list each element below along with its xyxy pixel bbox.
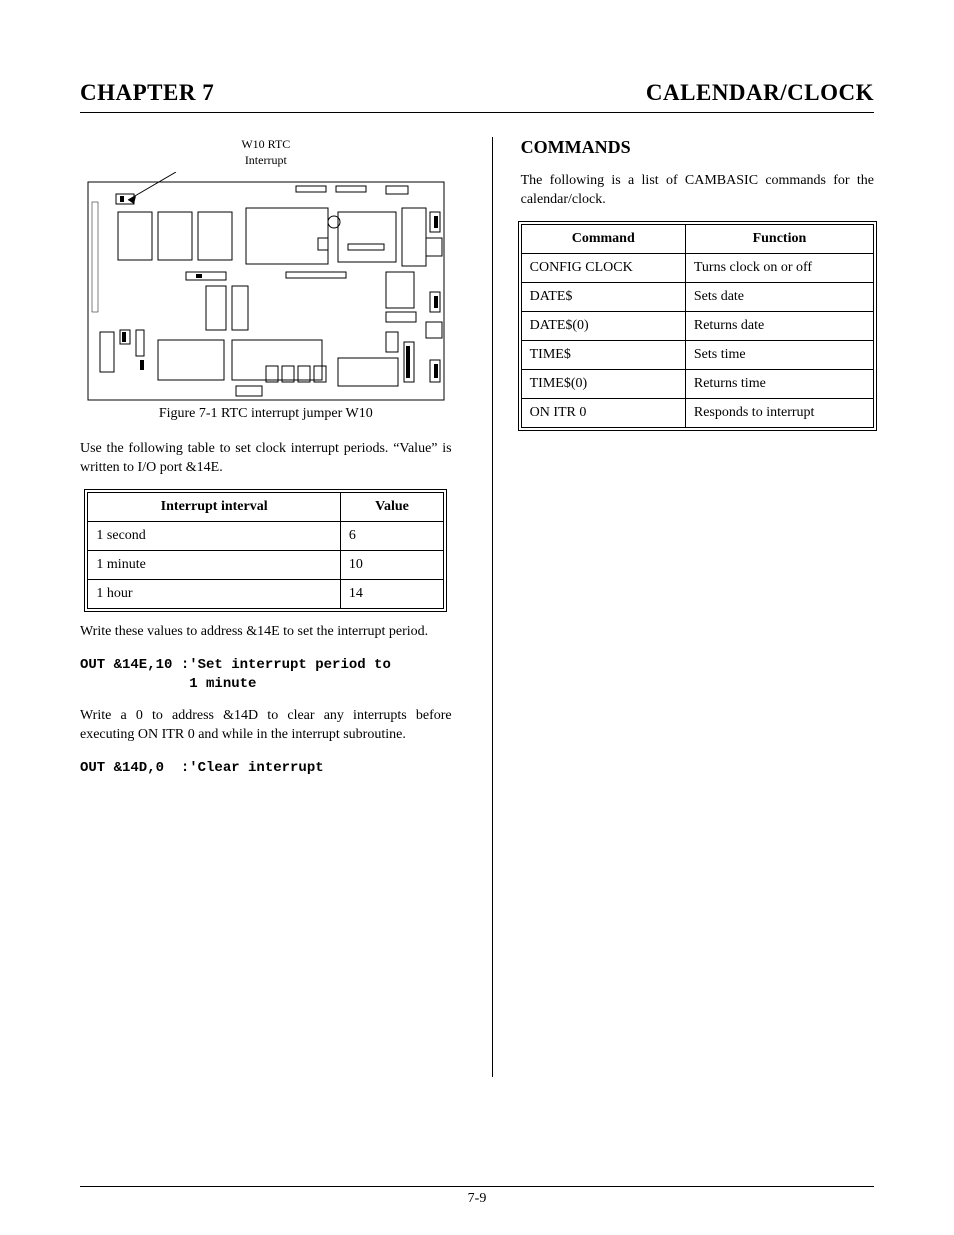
table-row: DATE$ Sets date xyxy=(521,282,873,311)
cell: ON ITR 0 xyxy=(521,398,685,427)
figure-caption: Figure 7-1 RTC interrupt jumper W10 xyxy=(86,406,446,422)
cell: Returns date xyxy=(685,311,873,340)
cell: TIME$ xyxy=(521,340,685,369)
figure-top-label-2: Interrupt xyxy=(86,153,446,168)
commands-table: Command Function CONFIG CLOCK Turns cloc… xyxy=(521,224,874,428)
table-row: TIME$(0) Returns time xyxy=(521,369,873,398)
cell: CONFIG CLOCK xyxy=(521,253,685,282)
code-line: 1 minute xyxy=(80,676,256,692)
cell: 1 hour xyxy=(88,579,340,608)
chapter-label: CHAPTER 7 xyxy=(80,80,214,106)
cell: DATE$ xyxy=(521,282,685,311)
table-row: CONFIG CLOCK Turns clock on or off xyxy=(521,253,873,282)
code-clear-interrupt: OUT &14D,0 :'Clear interrupt xyxy=(80,759,452,778)
paragraph-clear-interrupt: Write a 0 to address &14D to clear any i… xyxy=(80,707,452,745)
page-footer: 7-9 xyxy=(80,1186,874,1207)
cell: Turns clock on or off xyxy=(685,253,873,282)
cell: Sets time xyxy=(685,340,873,369)
cell: 6 xyxy=(340,521,443,550)
page-title: CALENDAR/CLOCK xyxy=(646,80,874,106)
cell: 14 xyxy=(340,579,443,608)
paragraph-interrupt-table-intro: Use the following table to set clock int… xyxy=(80,440,452,478)
commands-header-function: Function xyxy=(685,224,873,253)
cell: Sets date xyxy=(685,282,873,311)
table-row: ON ITR 0 Responds to interrupt xyxy=(521,398,873,427)
cell: Returns time xyxy=(685,369,873,398)
right-column: COMMANDS The following is a list of CAMB… xyxy=(492,137,874,1077)
table1-header-value: Value xyxy=(340,492,443,521)
commands-heading: COMMANDS xyxy=(521,137,874,158)
table-row: DATE$(0) Returns date xyxy=(521,311,873,340)
code-set-interrupt: OUT &14E,10 :'Set interrupt period to 1 … xyxy=(80,656,452,694)
page-header: CHAPTER 7 CALENDAR/CLOCK xyxy=(80,80,874,113)
cell: 1 second xyxy=(88,521,340,550)
figure-box: W10 RTC Interrupt xyxy=(86,137,446,422)
left-column: W10 RTC Interrupt xyxy=(80,137,462,1077)
commands-intro: The following is a list of CAMBASIC comm… xyxy=(521,172,874,210)
code-line: OUT &14E,10 :'Set interrupt period to xyxy=(80,657,391,673)
cell: 1 minute xyxy=(88,550,340,579)
table-row: 1 second 6 xyxy=(88,521,444,550)
interrupt-interval-table: Interrupt interval Value 1 second 6 1 mi… xyxy=(87,492,444,609)
table-row: TIME$ Sets time xyxy=(521,340,873,369)
content-columns: W10 RTC Interrupt xyxy=(80,137,874,1077)
cell: TIME$(0) xyxy=(521,369,685,398)
table-row: 1 minute 10 xyxy=(88,550,444,579)
page: CHAPTER 7 CALENDAR/CLOCK W10 RTC Interru… xyxy=(0,0,954,1235)
figure-top-label-1: W10 RTC xyxy=(86,137,446,152)
paragraph-write-values: Write these values to address &14E to se… xyxy=(80,623,452,642)
page-number: 7-9 xyxy=(468,1191,487,1206)
board-diagram-icon xyxy=(86,172,446,402)
cell: DATE$(0) xyxy=(521,311,685,340)
commands-header-command: Command xyxy=(521,224,685,253)
cell: Responds to interrupt xyxy=(685,398,873,427)
table1-header-interval: Interrupt interval xyxy=(88,492,340,521)
cell: 10 xyxy=(340,550,443,579)
table-row: 1 hour 14 xyxy=(88,579,444,608)
